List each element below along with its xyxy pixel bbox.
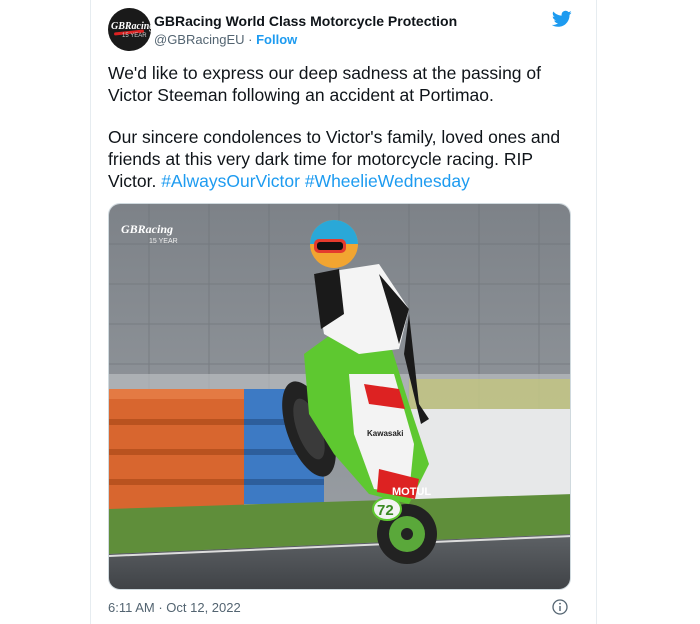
- twitter-bird-icon[interactable]: [552, 10, 572, 28]
- motorcycle-wheelie-photo: MOTUL Kawasaki 72: [109, 204, 570, 589]
- tweet-paragraph-1: We'd like to express our deep sadness at…: [108, 63, 541, 105]
- bike-sponsor-text: MOTUL: [392, 486, 431, 498]
- avatar-logo-sub: 15 YEAR: [122, 33, 147, 39]
- info-icon[interactable]: [552, 599, 568, 615]
- photo-watermark: GBRacing: [121, 222, 173, 237]
- avatar-logo-text: GBRacing: [111, 21, 151, 32]
- follow-button[interactable]: Follow: [256, 32, 297, 47]
- separator-dot: ·: [248, 32, 253, 47]
- handle-row: @GBRacingEU · Follow: [154, 32, 297, 47]
- tweet-timestamp[interactable]: 6:11 AM · Oct 12, 2022: [108, 600, 241, 615]
- account-name[interactable]: GBRacing World Class Motorcycle Protecti…: [154, 13, 457, 29]
- bike-brand-text: Kawasaki: [367, 429, 403, 438]
- tweet-text: We'd like to express our deep sadness at…: [108, 62, 578, 192]
- photo-watermark-sub: 15 YEAR: [149, 238, 178, 245]
- hashtag-wheelie-wednesday[interactable]: #WheelieWednesday: [305, 171, 470, 191]
- watermark-sub-text: 15 YEAR: [149, 238, 178, 245]
- account-handle[interactable]: @GBRacingEU: [154, 32, 245, 47]
- hashtag-always-our-victor[interactable]: #AlwaysOurVictor: [161, 171, 300, 191]
- tweet-media-photo[interactable]: MOTUL Kawasaki 72 GBRacing 15 YEAR: [108, 203, 571, 590]
- tweet-paragraph-2: Our sincere condolences to Victor's fami…: [108, 126, 578, 192]
- bike-number: 72: [377, 502, 394, 519]
- watermark-text: GBRacing: [121, 222, 174, 236]
- avatar[interactable]: GBRacing 15 YEAR: [108, 8, 151, 51]
